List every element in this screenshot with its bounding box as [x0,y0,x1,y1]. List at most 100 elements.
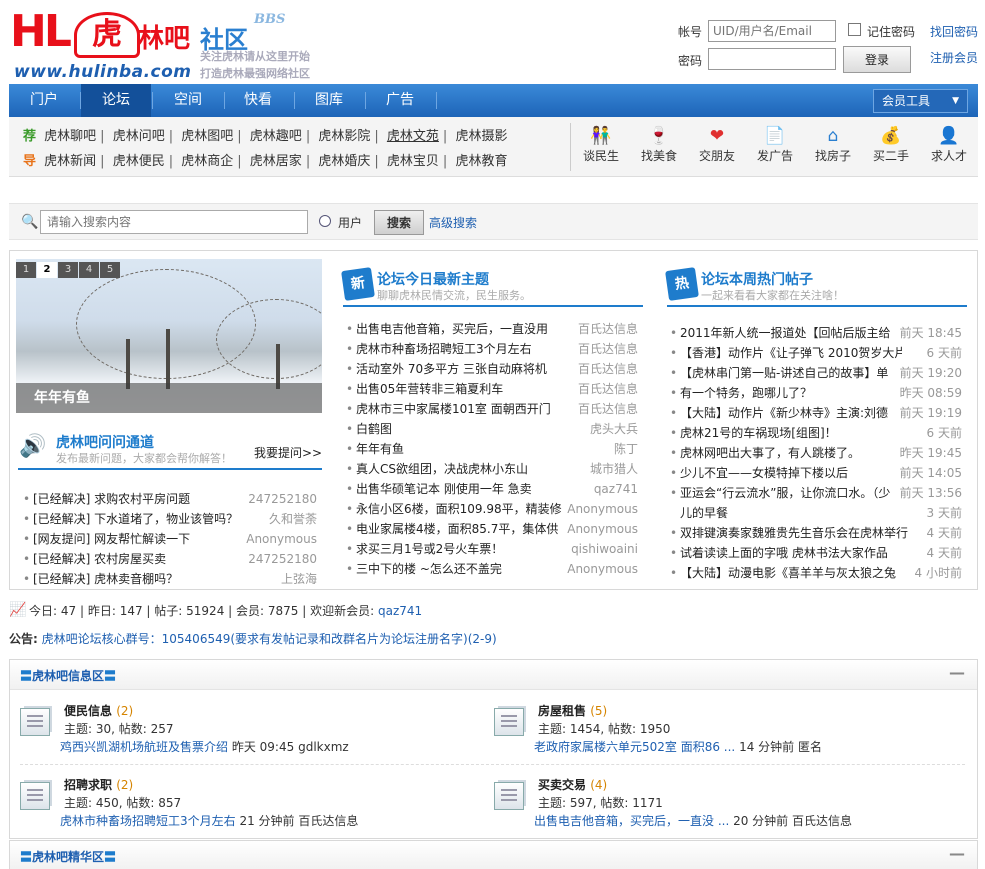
list-item[interactable]: • 求买三月1号或2号火车票！ qishiwoaini [346,539,638,559]
search-button[interactable]: 搜索 [374,210,424,235]
forum-name-link[interactable]: 房屋租售 [538,704,586,718]
collapse-icon[interactable]: — [949,844,965,863]
list-item[interactable]: • 【大陆】动漫电影《喜羊羊与灰太狼之兔 4 小时前 [670,563,962,583]
slide-page[interactable]: 1 [16,262,36,278]
ask-question-link[interactable]: 我要提问>> [254,444,322,461]
last-post-link[interactable]: 出售电吉他音箱，买完后，一直没 ... [534,814,729,828]
quick-link[interactable]: 虎林图吧 [181,129,233,144]
list-item[interactable]: 儿的早餐 3 天前 [670,503,962,523]
list-item[interactable]: • 有一个特务，跑哪儿了？ 昨天 08:59 [670,383,962,403]
quick-link[interactable]: 虎林摄影 [455,129,507,144]
quick-link[interactable]: 虎林商企 [181,154,233,169]
password-input[interactable] [708,48,836,70]
user-radio[interactable] [319,215,331,227]
list-item[interactable]: • 活动室外 70多平方 三张自动麻将机 百氏达信息 [346,359,638,379]
register-link[interactable]: 注册会员 [930,49,978,66]
list-item[interactable]: • 双排键演奏家魏雅贵先生音乐会在虎林举行 4 天前 [670,523,962,543]
nav-forum[interactable]: 论坛 [81,84,151,117]
remember-checkbox[interactable] [848,23,861,36]
list-item[interactable]: • [已经解决] 虎林卖音棚吗？ 上弦海 [23,569,317,589]
list-item[interactable]: • 【虎林串门第一贴-讲述自己的故事】单 前天 19:20 [670,363,962,383]
nav-quicklook[interactable]: 快看 [223,84,293,117]
quick-link[interactable]: 虎林文苑 [387,129,439,144]
login-button[interactable]: 登录 [843,46,911,73]
slide-page[interactable]: 3 [58,262,78,278]
quick-icon-secondhand[interactable]: 💰 买二手 [864,125,918,164]
list-item[interactable]: • 出售电吉他音箱，买完后，一直没用 百氏达信息 [346,319,638,339]
quick-link[interactable]: 虎林居家 [250,154,302,169]
list-item[interactable]: • 虎林21号的车祸现场[组图]！ 6 天前 [670,423,962,443]
last-post-link[interactable]: 鸡西兴凯湖机场航班及售票介绍 [60,740,228,754]
slide-page-active[interactable]: 2 [37,262,57,278]
site-logo[interactable]: HL 虎 林吧 社区 BBS www.hulinba.com 关注虎林请从这里开… [10,6,340,82]
list-item[interactable]: • 【大陆】动作片《新少林寺》主演:刘德 前天 19:19 [670,403,962,423]
forum-name-link[interactable]: 便民信息 [64,704,112,718]
nav-ads[interactable]: 广告 [365,84,435,117]
list-item[interactable]: • 少儿不宜——女模特掉下楼以后 前天 14:05 [670,463,962,483]
collapse-icon[interactable]: — [949,663,965,682]
list-item[interactable]: • 【香港】动作片《让子弹飞 2010贺岁大片》 6 天前 [670,343,962,363]
list-item[interactable]: • 永信小区6楼，面积109.98平，精装修 Anonymous [346,499,638,519]
list-item[interactable]: • 白鹤图 虎头大兵 [346,419,638,439]
nav-space[interactable]: 空间 [153,84,223,117]
list-item[interactable]: • 试着读读上面的字哦 虎林书法大家作品 4 天前 [670,543,962,563]
announcement-link[interactable]: 虎林吧论坛核心群号：105406549(要求有发帖记录和改群名片为论坛注册名字)… [42,632,497,646]
list-item[interactable]: • 真人CS欲组团，决战虎林小东山 城市猎人 [346,459,638,479]
quick-icon-livelihood[interactable]: 👫 谈民生 [574,125,628,164]
slide-caption[interactable]: 年年有鱼 [16,383,322,413]
last-post-link[interactable]: 老政府家属楼六单元502室 面积86 ... [534,740,735,754]
slide-page[interactable]: 4 [79,262,99,278]
slideshow[interactable]: 12345 年年有鱼 [16,259,322,413]
list-item[interactable]: • 出售05年营转非三箱夏利车 百氏达信息 [346,379,638,399]
list-item[interactable]: • 虎林市种畜场招聘短工3个月左右 百氏达信息 [346,339,638,359]
section-title[interactable]: 虎林吧精华区 [32,850,104,864]
last-post-user[interactable]: gdlkxmz [298,740,349,754]
last-post-link[interactable]: 虎林市种畜场招聘短工3个月左右 [60,814,236,828]
list-item[interactable]: • 虎林网吧出大事了，有人跳楼了。 昨天 19:45 [670,443,962,463]
newest-member-link[interactable]: qaz741 [378,604,422,618]
list-item[interactable]: • 年年有鱼 陈丁 [346,439,638,459]
list-item[interactable]: • [已经解决] 农村房屋买卖 247252180 [23,549,317,569]
quick-link[interactable]: 虎林新闻 [44,154,96,169]
section-title[interactable]: 虎林吧信息区 [32,669,104,683]
list-item[interactable]: • 虎林市三中家属楼101室 面朝西开门 百氏达信息 [346,399,638,419]
list-item[interactable]: • 2011年新人统一报道处【回帖后版主给 前天 18:45 [670,323,962,343]
quick-link[interactable]: 虎林宝贝 [387,154,439,169]
list-item[interactable]: • [已经解决] 下水道堵了，物业该管吗？ 久和誉荼 [23,509,317,529]
quick-link[interactable]: 虎林影院 [318,129,370,144]
quick-link[interactable]: 虎林婚庆 [318,154,370,169]
nav-portal[interactable]: 门户 [9,84,79,117]
quick-link[interactable]: 虎林问吧 [113,129,165,144]
nav-gallery[interactable]: 图库 [294,84,364,117]
quick-icon-friends[interactable]: ❤ 交朋友 [690,125,744,164]
list-item[interactable]: • [已经解决] 求购农村平房问题 247252180 [23,489,317,509]
wine-icon: 🍷 [648,126,670,146]
last-post-user[interactable]: 百氏达信息 [792,814,852,828]
list-item[interactable]: • 亚运会“行云流水”服，让你流口水。（少 前天 13:56 [670,483,962,503]
forum-name-link[interactable]: 买卖交易 [538,778,586,792]
list-item[interactable]: • 三中下的楼 ~怎么还不盖完 Anonymous [346,559,638,579]
list-item[interactable]: • 电业家属楼4楼，面积85.7平，集体供 Anonymous [346,519,638,539]
login-form: 帐号 记住密码 找回密码 密码 登录 注册会员 [678,18,978,78]
announcement-label: 公告: [9,632,38,646]
quick-icon-food[interactable]: 🍷 找美食 [632,125,686,164]
quick-link[interactable]: 虎林便民 [113,154,165,169]
list-item[interactable]: • 出售华硕笔记本 刚使用一年 急卖 qaz741 [346,479,638,499]
find-password-link[interactable]: 找回密码 [930,23,978,40]
forum-name-link[interactable]: 招聘求职 [64,778,112,792]
quick-icon-house[interactable]: ⌂ 找房子 [806,125,860,164]
quick-link[interactable]: 虎林聊吧 [44,129,96,144]
quick-link[interactable]: 虎林趣吧 [250,129,302,144]
member-tools-dropdown[interactable]: 会员工具 ▼ [873,89,968,113]
account-input[interactable] [708,20,836,42]
last-post-user[interactable]: 匿名 [798,740,822,754]
search-input[interactable] [40,210,308,234]
slide-page[interactable]: 5 [100,262,120,278]
quick-link[interactable]: 虎林教育 [455,154,507,169]
quick-icon-talent[interactable]: 👤 求人才 [922,125,976,164]
quick-icon-ads[interactable]: 📄 发广告 [748,125,802,164]
advanced-search-link[interactable]: 高级搜索 [429,214,477,231]
last-post-user[interactable]: 百氏达信息 [298,814,358,828]
list-item[interactable]: • [网友提问] 网友帮忙解读一下 Anonymous [23,529,317,549]
stat-welcome-label: 欢迎新会员: [310,604,375,618]
